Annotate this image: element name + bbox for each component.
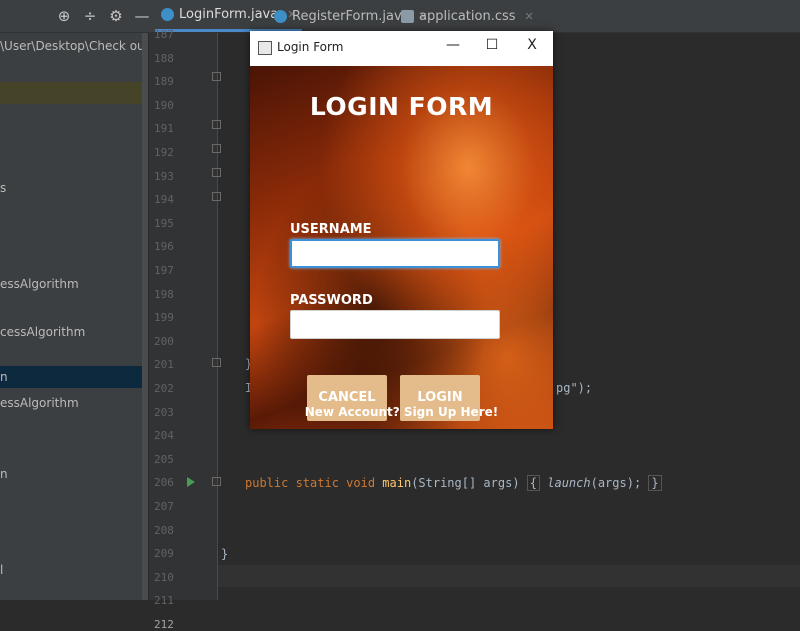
code-line-211: } <box>221 547 229 561</box>
line-number: 203 <box>154 405 174 419</box>
line-number: 191 <box>154 122 174 136</box>
css-file-icon <box>401 9 414 23</box>
minimize-button[interactable]: — <box>443 37 463 53</box>
run-arrow-icon[interactable] <box>187 477 195 487</box>
project-tree-item[interactable]: cessAlgorithm <box>0 325 85 339</box>
fold-marker-icon[interactable] <box>212 72 221 81</box>
line-number: 195 <box>154 216 174 230</box>
project-scrollbar[interactable] <box>142 33 148 600</box>
project-tree-item[interactable]: n <box>0 370 8 384</box>
close-icon[interactable]: ✕ <box>525 10 534 23</box>
window-app-icon <box>258 41 272 55</box>
code-line-206: public static void main(String[] args) {… <box>245 475 662 491</box>
code-keyword: public static void <box>245 476 383 490</box>
code-args: (String[] args) <box>411 476 527 490</box>
gear-icon[interactable]: ⚙ <box>108 6 124 26</box>
tab-application-css[interactable]: application.css ✕ <box>395 0 540 32</box>
line-number: 209 <box>154 547 174 561</box>
window-title: Login Form <box>277 40 344 54</box>
username-input[interactable] <box>290 239 500 268</box>
line-number: 201 <box>154 358 174 372</box>
line-number: 196 <box>154 240 174 254</box>
fold-marker-icon[interactable] <box>212 192 221 201</box>
line-number: 192 <box>154 146 174 159</box>
code-call: launch <box>547 476 591 490</box>
project-tree-item[interactable]: n <box>0 467 8 481</box>
line-number: 206 <box>154 476 174 490</box>
login-window: Login Form — ☐ X LOGIN FORM USERNAME PAS… <box>250 31 553 429</box>
tab-label: application.css <box>419 8 516 24</box>
java-class-icon <box>274 9 287 23</box>
tab-label: RegisterForm.java <box>292 8 410 24</box>
project-tree-item[interactable]: l <box>0 563 3 577</box>
fold-marker-icon[interactable] <box>212 358 221 367</box>
line-number: 189 <box>154 75 174 89</box>
maximize-button[interactable]: ☐ <box>482 37 502 53</box>
login-form-background: LOGIN FORM USERNAME PASSWORD CANCEL LOGI… <box>250 66 553 429</box>
project-tree-item[interactable]: s <box>0 181 6 195</box>
line-number: 211 <box>154 594 174 608</box>
crosshair-icon[interactable]: ⊕ <box>56 6 72 26</box>
form-heading: LOGIN FORM <box>309 92 494 121</box>
line-number: 200 <box>154 334 174 348</box>
line-number: 202 <box>154 382 174 395</box>
project-tree-item[interactable]: essAlgorithm <box>0 396 79 410</box>
code-function: main <box>382 476 412 490</box>
line-number: 187 <box>154 28 174 41</box>
line-number: 208 <box>154 523 174 537</box>
tab-label: LoginForm.java <box>179 7 279 22</box>
line-number: 212 <box>154 618 174 631</box>
line-number: 193 <box>154 169 174 183</box>
code-call-args: (args); <box>590 476 649 490</box>
password-input[interactable] <box>290 310 500 339</box>
code-brace: { <box>526 475 541 491</box>
line-number: 204 <box>154 429 174 443</box>
fold-marker-icon[interactable] <box>212 120 221 129</box>
line-number: 207 <box>154 500 174 513</box>
line-number: 199 <box>154 311 174 325</box>
password-label: PASSWORD <box>290 293 373 308</box>
code-line-202-end: pg"); <box>556 381 593 395</box>
java-class-icon <box>161 8 174 21</box>
line-number: 205 <box>154 452 174 466</box>
line-number: 188 <box>154 51 174 65</box>
project-tree-item[interactable]: essAlgorithm <box>0 277 79 291</box>
close-button[interactable]: X <box>522 37 542 53</box>
project-panel: \User\Desktop\Check out\Identi s essAlgo… <box>0 33 148 600</box>
collapse-icon[interactable]: ÷ <box>82 6 98 26</box>
current-line-highlight <box>149 565 800 587</box>
ide-toolbar: ⊕ ÷ ⚙ — LoginForm.java ✕ RegisterForm.ja… <box>0 0 800 33</box>
selected-row-highlight <box>0 82 148 104</box>
code-brace: } <box>648 475 662 491</box>
minimize-panel-icon[interactable]: — <box>134 6 150 26</box>
fold-marker-icon[interactable] <box>212 477 221 486</box>
window-titlebar[interactable]: Login Form — ☐ X <box>250 31 553 66</box>
project-tool-icons: ⊕ ÷ ⚙ — <box>56 6 150 26</box>
active-row-highlight <box>0 366 148 388</box>
project-path: \User\Desktop\Check out\Identi <box>0 39 148 53</box>
fold-marker-icon[interactable] <box>212 168 221 177</box>
line-number: 210 <box>154 570 174 584</box>
line-number: 194 <box>154 193 174 207</box>
line-number: 197 <box>154 264 174 277</box>
signup-link[interactable]: New Account? Sign Up Here! <box>250 405 553 419</box>
username-label: USERNAME <box>290 222 372 237</box>
line-number: 190 <box>154 98 174 112</box>
fold-marker-icon[interactable] <box>212 144 221 153</box>
line-number: 198 <box>154 287 174 301</box>
